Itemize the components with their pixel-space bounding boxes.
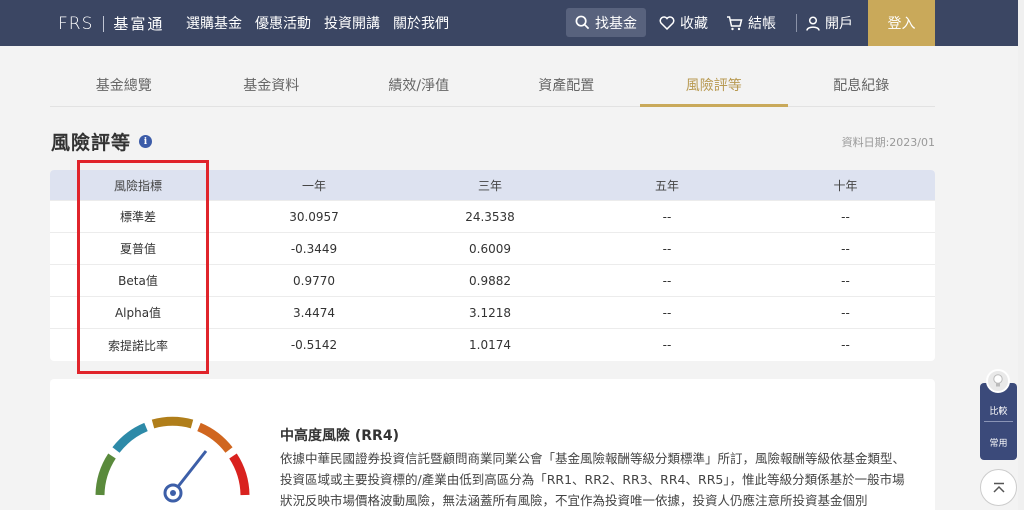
column-header: 五年 — [654, 178, 679, 193]
find-fund-button[interactable]: 找基金 — [566, 8, 646, 37]
brand-logo[interactable]: FRS 基富通 — [58, 13, 164, 34]
column-header: 三年 — [477, 178, 502, 193]
table-cell: -- — [662, 209, 672, 224]
find-fund-label: 找基金 — [595, 15, 637, 32]
lightbulb-icon — [986, 369, 1010, 393]
compare-button[interactable]: 比較 — [980, 404, 1017, 417]
column-header: 一年 — [301, 178, 326, 193]
page-title: 風險評等 — [51, 132, 132, 154]
column-header: 十年 — [833, 178, 858, 193]
heart-icon — [659, 16, 675, 30]
table-cell: 3.1218 — [469, 305, 511, 320]
table-cell: -- — [841, 209, 850, 224]
back-to-top-button[interactable] — [980, 469, 1017, 506]
open-account-link[interactable]: 開戶 — [806, 13, 853, 33]
table-cell: -- — [662, 338, 672, 352]
table-cell: -- — [841, 273, 850, 288]
highlight-annotation-box — [77, 160, 209, 374]
open-account-label: 開戶 — [825, 16, 853, 32]
top-navigation-bar: FRS 基富通 選購基金 優惠活動 投資開講 關於我們 找基金 收藏 結帳 開戶… — [0, 0, 1024, 46]
table-cell: -0.5142 — [290, 338, 338, 352]
table-cell: -- — [662, 305, 672, 320]
user-icon — [806, 15, 820, 31]
tab-risk-rating[interactable]: 風險評等 — [640, 62, 788, 107]
section-header: 風險評等 i — [51, 128, 153, 155]
logo-divider — [103, 15, 105, 32]
table-cell: 24.3538 — [465, 209, 515, 224]
table-cell: 0.6009 — [469, 241, 511, 256]
checkout-label: 結帳 — [748, 16, 776, 32]
info-icon[interactable]: i — [139, 135, 153, 148]
table-cell: 0.9770 — [293, 273, 335, 288]
scrollbar[interactable] — [1018, 0, 1024, 510]
table-cell: -- — [841, 241, 850, 256]
table-cell: 3.4474 — [293, 305, 335, 320]
table-cell: -- — [662, 273, 672, 288]
header-divider — [796, 14, 797, 32]
tab-dividend-history[interactable]: 配息紀錄 — [788, 62, 936, 106]
cart-icon — [727, 15, 743, 30]
floating-divider — [984, 421, 1013, 422]
arrow-up-icon — [992, 482, 1005, 493]
table-cell: -0.3449 — [290, 241, 338, 256]
nav-item-about-us[interactable]: 關於我們 — [393, 13, 449, 33]
checkout-link[interactable]: 結帳 — [726, 13, 776, 33]
nav-item-buy-funds[interactable]: 選購基金 — [186, 13, 242, 33]
tab-asset-allocation[interactable]: 資產配置 — [493, 62, 641, 106]
search-icon — [575, 15, 590, 30]
table-cell: -- — [662, 241, 672, 256]
main-nav: 選購基金 優惠活動 投資開講 關於我們 — [186, 13, 449, 33]
tab-fund-info[interactable]: 基金資料 — [198, 62, 346, 106]
logo-mark: FRS — [58, 13, 94, 34]
favorites-link[interactable]: 收藏 — [659, 13, 708, 33]
favorites-label: 收藏 — [680, 16, 708, 32]
common-button[interactable]: 常用 — [980, 436, 1017, 449]
risk-gauge-icon — [95, 416, 250, 503]
table-cell: -- — [841, 305, 850, 320]
tab-performance-nav[interactable]: 績效/淨值 — [345, 62, 493, 106]
fund-tabs: 基金總覽 基金資料 績效/淨值 資產配置 風險評等 配息紀錄 — [50, 62, 935, 107]
table-cell: 1.0174 — [469, 338, 511, 352]
table-cell: 30.0957 — [289, 209, 339, 224]
table-cell: 0.9882 — [469, 273, 511, 288]
risk-level-title: 中高度風險 (RR4) — [280, 428, 399, 444]
nav-item-promotions[interactable]: 優惠活動 — [255, 13, 311, 33]
risk-level-description: 依據中華民國證券投資信託暨顧問商業同業公會「基金風險報酬等級分類標準」所訂，風險… — [280, 451, 906, 508]
table-cell: -- — [841, 338, 850, 352]
logo-name: 基富通 — [113, 15, 165, 33]
login-button[interactable]: 登入 — [868, 0, 935, 46]
tab-fund-overview[interactable]: 基金總覽 — [50, 62, 198, 106]
nav-item-investment-talks[interactable]: 投資開講 — [324, 13, 380, 33]
data-date: 資料日期:2023/01 — [841, 136, 935, 149]
